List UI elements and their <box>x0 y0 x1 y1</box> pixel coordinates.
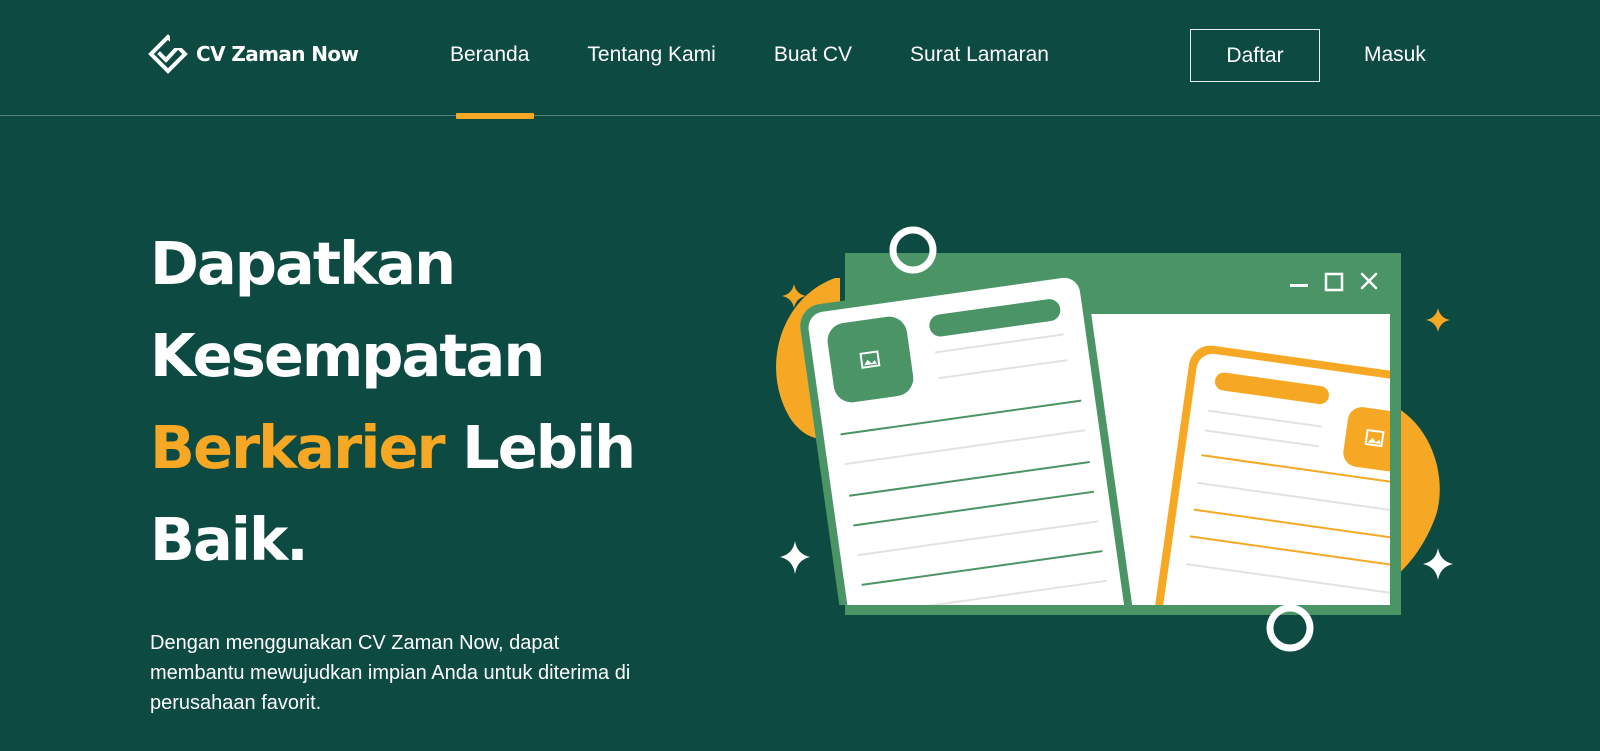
hero-description: Dengan menggunakan CV Zaman Now, dapat m… <box>150 632 631 714</box>
minimize-icon <box>1290 284 1308 287</box>
nav-item-buat-cv[interactable]: Buat CV <box>774 40 852 70</box>
login-link[interactable]: Masuk <box>1364 40 1426 70</box>
brand-logo[interactable]: CV Zaman Now <box>148 34 359 74</box>
sparkle-icon <box>780 541 810 574</box>
nav-item-tentang-kami[interactable]: Tentang Kami <box>587 40 715 70</box>
main-nav: Beranda Tentang Kami Buat CV Surat Lamar… <box>450 40 1049 70</box>
nav-item-surat-lamaran[interactable]: Surat Lamaran <box>910 40 1049 70</box>
hero-title: Dapatkan Kesempatan Berkarier Lebih Baik… <box>150 218 710 586</box>
top-navbar: CV Zaman Now Beranda Tentang Kami Buat C… <box>0 0 1600 116</box>
hero-title-line1: Dapatkan <box>150 229 456 298</box>
register-button[interactable]: Daftar <box>1190 29 1320 82</box>
nav-item-beranda[interactable]: Beranda <box>450 40 529 70</box>
hero-illustration <box>776 226 1453 652</box>
brand-name: CV Zaman Now <box>196 42 359 66</box>
green-cv-document <box>800 269 1135 605</box>
hero-title-line3-rest: Lebih <box>443 413 636 482</box>
sparkle-icon <box>1426 308 1450 332</box>
sparkle-icon <box>1423 548 1453 580</box>
hero-title-line2: Kesempatan <box>150 321 545 390</box>
active-nav-indicator <box>456 113 534 119</box>
diamond-check-logo-icon <box>148 34 188 74</box>
hero-title-line4: Baik. <box>150 505 309 574</box>
hero-title-accent: Berkarier <box>150 413 446 482</box>
